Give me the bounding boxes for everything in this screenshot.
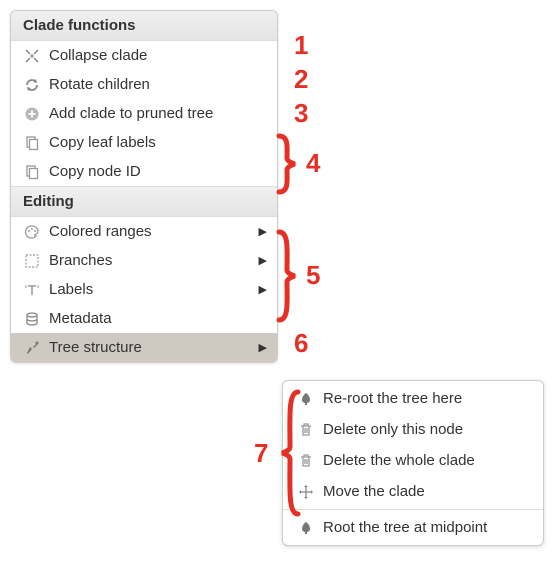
palette-icon [21, 224, 43, 240]
menu-item-label: Metadata [43, 310, 267, 327]
submenu-item-delete-node[interactable]: Delete only this node [283, 414, 543, 445]
menu-item-label: Colored ranges [43, 223, 259, 240]
menu-item-label: Copy node ID [43, 163, 267, 180]
menu-item-label: Copy leaf labels [43, 134, 267, 151]
menu-item-label: Labels [43, 281, 259, 298]
annotation-2: 2 [294, 64, 308, 95]
menu-item-branches[interactable]: Branches ▶ [11, 246, 277, 275]
section-editing: Editing [11, 186, 277, 217]
menu-item-collapse-clade[interactable]: Collapse clade [11, 41, 277, 70]
annotation-1: 1 [294, 30, 308, 61]
collapse-icon [21, 48, 43, 64]
submenu-item-root-midpoint[interactable]: Root the tree at midpoint [283, 512, 543, 543]
plus-circle-icon [21, 106, 43, 122]
text-icon [21, 282, 43, 298]
rotate-icon [21, 77, 43, 93]
submenu-item-label: Delete only this node [317, 421, 531, 438]
annotation-7: 7 [254, 438, 268, 469]
trash-icon [295, 453, 317, 469]
dig-icon [21, 340, 43, 356]
context-menu: Clade functions Collapse clade Rotate ch… [10, 10, 278, 363]
copy-icon [21, 164, 43, 180]
menu-item-label: Tree structure [43, 339, 259, 356]
submenu-arrow-icon: ▶ [259, 341, 267, 354]
menu-item-label: Add clade to pruned tree [43, 105, 267, 122]
branches-icon [21, 253, 43, 269]
copy-icon [21, 135, 43, 151]
brace-icon [275, 228, 301, 324]
annotation-3: 3 [294, 98, 308, 129]
menu-item-metadata[interactable]: Metadata [11, 304, 277, 333]
menu-item-add-pruned[interactable]: Add clade to pruned tree [11, 99, 277, 128]
brace-icon [275, 132, 301, 196]
annotation-4: 4 [306, 148, 320, 179]
section-clade-functions: Clade functions [11, 11, 277, 41]
tree-icon [295, 391, 317, 407]
submenu-arrow-icon: ▶ [259, 283, 267, 296]
menu-item-tree-structure[interactable]: Tree structure ▶ [11, 333, 277, 362]
menu-item-copy-leaf-labels[interactable]: Copy leaf labels [11, 128, 277, 157]
tree-icon [295, 520, 317, 536]
annotation-5: 5 [306, 260, 320, 291]
menu-item-labels[interactable]: Labels ▶ [11, 275, 277, 304]
menu-item-label: Branches [43, 252, 259, 269]
annotation-6: 6 [294, 328, 308, 359]
menu-item-rotate-children[interactable]: Rotate children [11, 70, 277, 99]
submenu-item-label: Re-root the tree here [317, 390, 531, 407]
submenu-item-label: Root the tree at midpoint [317, 519, 531, 536]
trash-icon [295, 422, 317, 438]
submenu-arrow-icon: ▶ [259, 225, 267, 238]
menu-item-label: Collapse clade [43, 47, 267, 64]
menu-item-colored-ranges[interactable]: Colored ranges ▶ [11, 217, 277, 246]
submenu-item-reroot[interactable]: Re-root the tree here [283, 383, 543, 414]
tree-structure-submenu: Re-root the tree here Delete only this n… [282, 380, 544, 546]
move-icon [295, 484, 317, 500]
menu-item-copy-node-id[interactable]: Copy node ID [11, 157, 277, 186]
submenu-item-move-clade[interactable]: Move the clade [283, 476, 543, 507]
submenu-item-delete-clade[interactable]: Delete the whole clade [283, 445, 543, 476]
menu-item-label: Rotate children [43, 76, 267, 93]
submenu-item-label: Delete the whole clade [317, 452, 531, 469]
database-icon [21, 311, 43, 327]
submenu-item-label: Move the clade [317, 483, 531, 500]
submenu-arrow-icon: ▶ [259, 254, 267, 267]
submenu-divider [283, 509, 543, 510]
